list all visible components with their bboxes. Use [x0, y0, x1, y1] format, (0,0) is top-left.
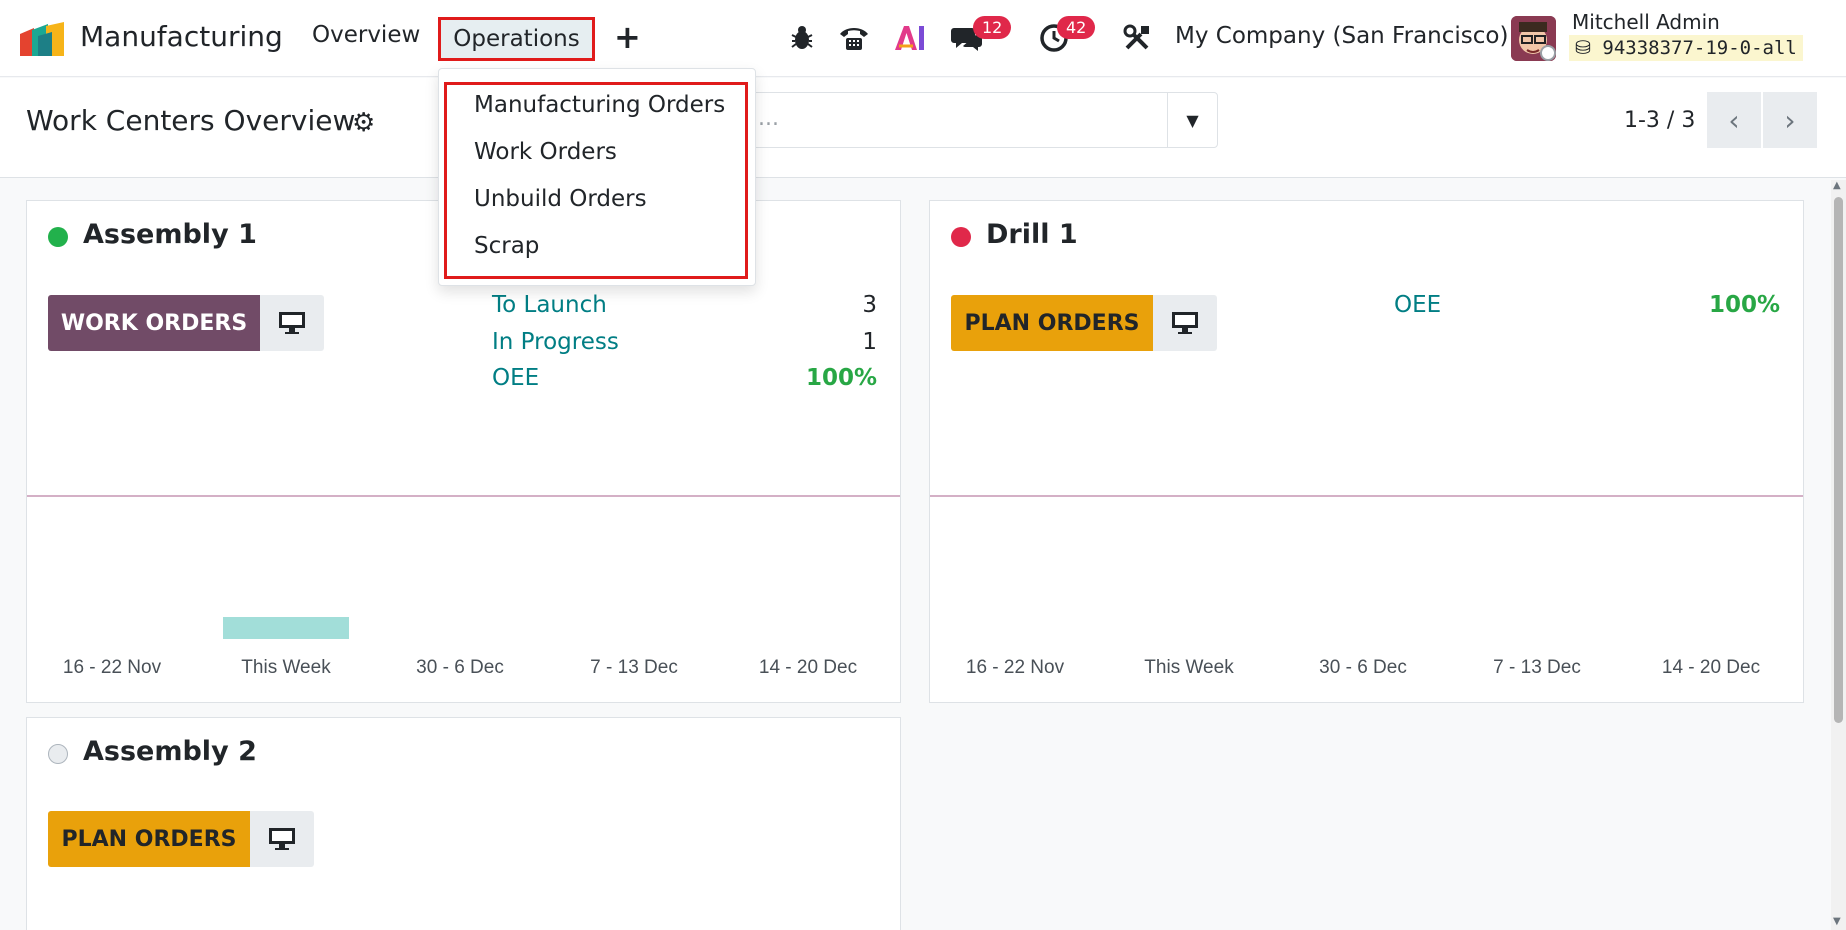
debug-bug-icon[interactable] [785, 20, 819, 56]
company-switcher[interactable]: My Company (San Francisco) [1175, 23, 1508, 49]
menu-operations-label: Operations [453, 26, 580, 52]
chevron-left-icon: ‹ [1728, 103, 1740, 137]
menu-item-scrap[interactable]: Scrap [474, 233, 539, 259]
activity-badge: 42 [1057, 16, 1096, 39]
chart-tick-label: 7 - 13 Dec [1493, 657, 1581, 678]
chart-tick-label: 7 - 13 Dec [590, 657, 678, 678]
scrollbar[interactable]: ▲ ▼ [1831, 180, 1846, 930]
search-input[interactable]: ... ▼ [745, 92, 1218, 148]
menu-item-manufacturing-orders[interactable]: Manufacturing Orders [474, 92, 725, 118]
chart-tick-label: 30 - 6 Dec [416, 657, 504, 678]
work-orders-button[interactable]: WORK ORDERS [48, 295, 260, 351]
user-name[interactable]: Mitchell Admin [1572, 10, 1720, 34]
scroll-up-icon[interactable]: ▲ [1833, 180, 1841, 191]
plan-orders-button[interactable]: PLAN ORDERS [48, 811, 250, 867]
chart-bar[interactable] [223, 617, 349, 639]
stat-to-launch-label[interactable]: To Launch [492, 292, 607, 318]
stat-oee-label[interactable]: OEE [492, 365, 539, 391]
ai-icon[interactable] [893, 20, 927, 56]
workcenter-monitor-button[interactable] [1153, 295, 1217, 351]
operations-dropdown: Manufacturing Orders Work Orders Unbuild… [438, 68, 756, 286]
database-name: 94338377-19-0-all [1602, 37, 1797, 59]
chart-baseline [27, 495, 900, 497]
stat-to-launch-value: 3 [862, 292, 877, 318]
chart-tick-label: 16 - 22 Nov [965, 657, 1065, 678]
stat-in-progress-value: 1 [862, 329, 877, 355]
pager-value[interactable]: 1-3 / 3 [1624, 108, 1695, 133]
workcenter-card-assembly-2: Assembly 2 PLAN ORDERS [26, 717, 901, 930]
chart-tick-label: 14 - 20 Dec [1661, 657, 1761, 678]
monitor-icon [1172, 312, 1198, 334]
stat-oee-label[interactable]: OEE [1394, 292, 1441, 318]
chart-tick-label: This Week [1144, 657, 1234, 678]
chart-tick-label: 16 - 22 Nov [62, 657, 162, 678]
phone-icon[interactable] [837, 20, 871, 56]
search-placeholder: ... [758, 106, 779, 131]
settings-tools-icon[interactable] [1120, 20, 1154, 56]
menu-overview[interactable]: Overview [312, 22, 420, 48]
chart-tick-label: This Week [241, 657, 331, 678]
control-panel: Work Centers Overview ⚙ ... ▼ 1-3 / 3 ‹ … [0, 78, 1846, 178]
workcenter-name[interactable]: Assembly 2 [83, 736, 257, 767]
chat-badge: 12 [973, 16, 1012, 39]
caret-down-icon: ▼ [1186, 110, 1199, 130]
status-dot [48, 744, 68, 764]
app-name[interactable]: Manufacturing [80, 20, 283, 53]
chevron-right-icon: › [1784, 103, 1796, 137]
pager-previous-button[interactable]: ‹ [1707, 92, 1761, 148]
status-dot [951, 227, 971, 247]
scroll-thumb[interactable] [1834, 197, 1843, 723]
user-status-icon [1540, 45, 1556, 61]
stat-in-progress-label[interactable]: In Progress [492, 329, 619, 355]
pager-next-button[interactable]: › [1763, 92, 1817, 148]
chart-baseline [930, 495, 1803, 497]
new-menu-plus-button[interactable]: + [614, 18, 641, 56]
chart-tick-label: 14 - 20 Dec [758, 657, 858, 678]
chart-tick-label: 30 - 6 Dec [1319, 657, 1407, 678]
status-dot [48, 227, 68, 247]
top-navbar: Manufacturing Overview Operations + 12 4… [0, 0, 1846, 77]
workcenter-card-drill-1: Drill 1 PLAN ORDERS OEE 100% 16 - 22 Nov… [929, 200, 1804, 703]
search-options-toggle[interactable]: ▼ [1167, 93, 1217, 147]
scroll-down-icon[interactable]: ▼ [1833, 916, 1841, 927]
page-title: Work Centers Overview [26, 104, 356, 137]
monitor-icon [269, 828, 295, 850]
stat-oee-value: 100% [1708, 292, 1780, 318]
menu-item-work-orders[interactable]: Work Orders [474, 139, 617, 165]
workcenter-name[interactable]: Assembly 1 [83, 219, 257, 250]
plan-orders-button[interactable]: PLAN ORDERS [951, 295, 1153, 351]
menu-item-unbuild-orders[interactable]: Unbuild Orders [474, 186, 647, 212]
database-badge: ⛁ 94338377-19-0-all [1569, 35, 1803, 61]
database-icon: ⛁ [1575, 37, 1591, 59]
menu-operations[interactable]: Operations [438, 17, 595, 61]
monitor-icon [279, 312, 305, 334]
workcenter-monitor-button[interactable] [250, 811, 314, 867]
stat-oee-value: 100% [805, 365, 877, 391]
manufacturing-app-icon[interactable] [20, 22, 70, 56]
workcenter-name[interactable]: Drill 1 [986, 219, 1078, 250]
workcenter-monitor-button[interactable] [260, 295, 324, 351]
gear-icon[interactable]: ⚙ [352, 108, 375, 138]
